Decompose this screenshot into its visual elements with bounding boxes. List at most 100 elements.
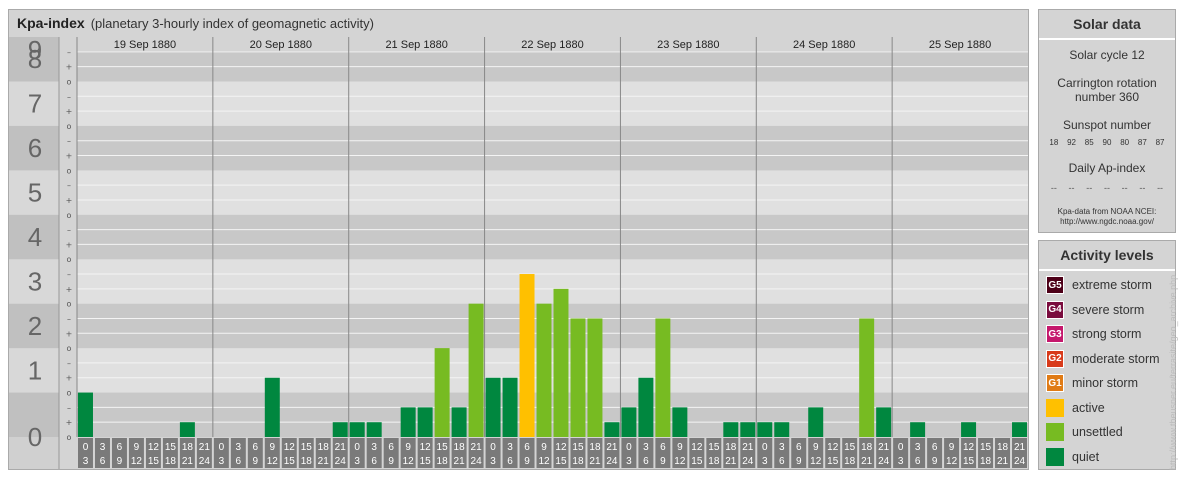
hour-end-label: 12 xyxy=(131,456,143,467)
activity-levels-panel: Activity levels G5 extreme storm G4 severe … xyxy=(1038,240,1176,470)
sunspot-title: Sunspot number xyxy=(1062,118,1152,132)
hour-end-label: 15 xyxy=(963,456,975,467)
hour-start-label: 9 xyxy=(270,442,276,453)
kp-band-7 xyxy=(77,81,1028,126)
hour-end-label: 18 xyxy=(708,456,720,467)
hour-start-label: 15 xyxy=(165,442,177,453)
kp-bar xyxy=(349,422,365,437)
hour-end-label: 9 xyxy=(388,456,394,467)
y-minor-tick: o xyxy=(67,77,72,86)
hour-start-label: 21 xyxy=(742,442,754,453)
hour-end-label: 12 xyxy=(403,456,415,467)
kp-bar xyxy=(434,348,450,437)
y-minor-tick: o xyxy=(67,211,72,220)
hour-start-label: 9 xyxy=(541,442,547,453)
y-minor-tick: o xyxy=(67,122,72,131)
y-tick-label: 3 xyxy=(28,266,42,296)
hour-start-label: 18 xyxy=(182,442,194,453)
kp-band-1 xyxy=(77,348,1028,393)
hour-end-label: 18 xyxy=(980,456,992,467)
hour-end-label: 6 xyxy=(915,456,921,467)
kp-bar xyxy=(519,274,535,437)
hour-end-label: 18 xyxy=(437,456,449,467)
kp-bar xyxy=(179,422,195,437)
hour-start-label: 6 xyxy=(253,442,259,453)
activity-panel-title: Activity levels xyxy=(1039,241,1175,271)
hour-start-label: 15 xyxy=(301,442,313,453)
data-credit-line2: http://www.ngdc.noaa.gov/ xyxy=(1060,217,1154,226)
hour-end-label: 15 xyxy=(284,456,296,467)
hour-end-label: 18 xyxy=(844,456,856,467)
y-minor-tick: + xyxy=(66,418,73,427)
hour-start-label: 15 xyxy=(980,442,992,453)
hour-start-label: 6 xyxy=(117,442,123,453)
hour-end-label: 9 xyxy=(796,456,802,467)
ap-value: -- xyxy=(1139,183,1146,193)
kp-bar xyxy=(502,377,518,437)
hour-end-label: 24 xyxy=(1014,456,1026,467)
hour-start-label: 6 xyxy=(524,442,530,453)
solar-panel-title: Solar data xyxy=(1039,10,1175,40)
hour-end-label: 3 xyxy=(626,456,632,467)
hour-start-label: 18 xyxy=(997,442,1009,453)
kp-band-3 xyxy=(77,259,1028,304)
day-label: 19 Sep 1880 xyxy=(114,39,176,51)
kp-bar xyxy=(876,407,892,437)
hour-start-label: 15 xyxy=(572,442,584,453)
kp-bar xyxy=(604,422,620,437)
hour-start-label: 9 xyxy=(949,442,955,453)
hour-start-label: 21 xyxy=(471,442,483,453)
hour-start-label: 15 xyxy=(708,442,720,453)
hour-end-label: 9 xyxy=(660,456,666,467)
legend-row: G5 extreme storm xyxy=(1039,273,1175,298)
hour-start-label: 12 xyxy=(148,442,160,453)
carrington-rotation-line2: number 360 xyxy=(1074,90,1140,104)
legend-label: unsettled xyxy=(1072,425,1123,440)
legend-swatch: G1 xyxy=(1046,374,1064,393)
hour-start-label: 9 xyxy=(405,442,411,453)
kp-bar xyxy=(740,422,756,437)
y-minor-tick: + xyxy=(66,63,73,72)
legend-swatch: G2 xyxy=(1046,349,1064,368)
hour-start-label: 0 xyxy=(626,442,632,453)
y-tick-label: 2 xyxy=(28,311,42,341)
hour-start-label: 9 xyxy=(677,442,683,453)
day-label: 25 Sep 1880 xyxy=(929,39,991,51)
y-minor-tick: – xyxy=(67,137,71,146)
y-minor-tick: – xyxy=(67,48,71,57)
kp-bar xyxy=(78,392,93,437)
hour-start-label: 9 xyxy=(134,442,140,453)
kp-bar xyxy=(366,422,382,437)
hour-end-label: 12 xyxy=(810,456,822,467)
day-label: 21 Sep 1880 xyxy=(385,39,447,51)
ap-index-values: -- -- -- -- -- -- -- xyxy=(1039,183,1175,193)
hour-end-label: 9 xyxy=(253,456,259,467)
hour-start-label: 6 xyxy=(388,442,394,453)
hour-end-label: 9 xyxy=(524,456,530,467)
hour-end-label: 24 xyxy=(606,456,618,467)
hour-start-label: 18 xyxy=(725,442,737,453)
hour-start-label: 6 xyxy=(660,442,666,453)
hour-end-label: 15 xyxy=(148,456,160,467)
y-minor-tick: – xyxy=(67,226,71,235)
kp-bar xyxy=(774,422,790,437)
hour-end-label: 21 xyxy=(861,456,873,467)
hour-end-label: 21 xyxy=(454,456,466,467)
solar-data-panel: Solar data Solar cycle 12 Carrington rot… xyxy=(1038,9,1176,233)
y-minor-tick: + xyxy=(66,152,73,161)
kp-bar xyxy=(859,318,875,437)
kp-band-5 xyxy=(77,170,1028,215)
hour-end-label: 12 xyxy=(946,456,958,467)
hour-end-label: 6 xyxy=(100,456,106,467)
hour-start-label: 12 xyxy=(420,442,432,453)
hour-start-label: 9 xyxy=(813,442,819,453)
hour-start-label: 12 xyxy=(963,442,975,453)
kp-bar xyxy=(723,422,739,437)
hour-end-label: 21 xyxy=(318,456,330,467)
legend-label: minor storm xyxy=(1072,376,1138,391)
hour-end-label: 15 xyxy=(827,456,839,467)
hour-end-label: 6 xyxy=(371,456,377,467)
hour-start-label: 18 xyxy=(454,442,466,453)
hour-end-label: 3 xyxy=(354,456,360,467)
y-minor-tick: – xyxy=(67,270,71,279)
